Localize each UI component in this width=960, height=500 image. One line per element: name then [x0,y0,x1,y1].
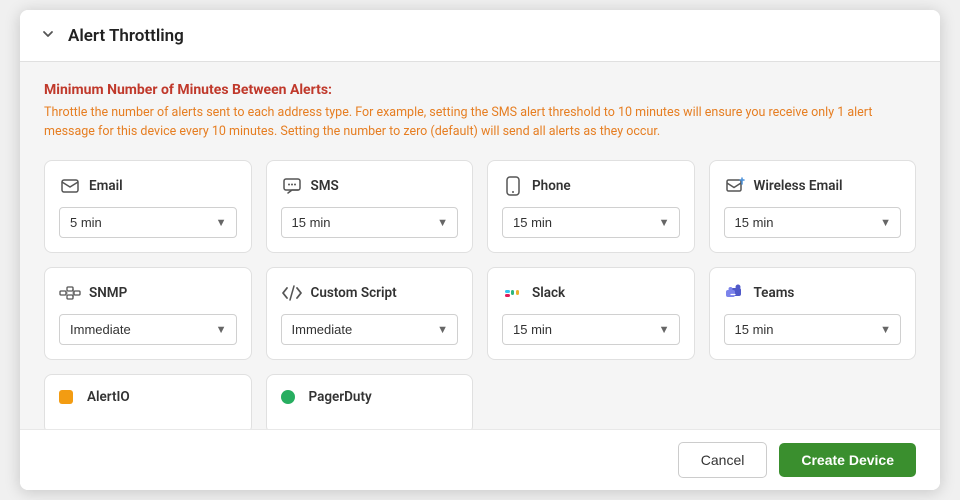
cards-grid-row1: Email Immediate5 min10 min15 min30 min1 … [44,160,916,253]
section-description: Throttle the number of alerts sent to ea… [44,104,916,142]
slack-icon [502,282,524,304]
modal-title: Alert Throttling [68,26,184,46]
card-header-custom-script: Custom Script [281,282,459,304]
cancel-button[interactable]: Cancel [678,442,768,478]
modal-header: Alert Throttling [20,10,940,62]
green-icon [281,390,295,404]
sms-icon [281,175,303,197]
card-phone: Phone Immediate5 min10 min15 min30 min1 … [487,160,695,253]
card-label-phone: Phone [532,178,571,194]
card-header-snmp: SNMP [59,282,237,304]
select-wrapper-teams: Immediate5 min10 min15 min30 min1 hour ▼ [724,314,902,345]
create-device-button[interactable]: Create Device [779,443,916,477]
select-email[interactable]: Immediate5 min10 min15 min30 min1 hour [59,207,237,238]
select-teams[interactable]: Immediate5 min10 min15 min30 min1 hour [724,314,902,345]
card-snmp: SNMP Immediate5 min10 min15 min30 min1 h… [44,267,252,360]
card-label-custom-script: Custom Script [311,285,397,301]
select-wrapper-sms: Immediate5 min10 min15 min30 min1 hour ▼ [281,207,459,238]
modal-body: Minimum Number of Minutes Between Alerts… [20,62,940,429]
select-wireless-email[interactable]: Immediate5 min10 min15 min30 min1 hour [724,207,902,238]
select-slack[interactable]: Immediate5 min10 min15 min30 min1 hour [502,314,680,345]
card-sms: SMS Immediate5 min10 min15 min30 min1 ho… [266,160,474,253]
select-wrapper-email: Immediate5 min10 min15 min30 min1 hour ▼ [59,207,237,238]
partial-card-header-pagerduty: PagerDuty [281,389,459,405]
alert-throttling-modal: Alert Throttling Minimum Number of Minut… [20,10,940,490]
wireless-email-icon [724,175,746,197]
card-label-snmp: SNMP [89,285,127,301]
phone-icon [502,175,524,197]
chevron-down-icon[interactable] [40,26,56,46]
section-label: Minimum Number of Minutes Between Alerts… [44,82,916,98]
partial-card-label-pagerduty: PagerDuty [309,389,372,405]
card-slack: Slack Immediate5 min10 min15 min30 min1 … [487,267,695,360]
card-header-slack: Slack [502,282,680,304]
card-label-email: Email [89,178,123,194]
card-label-sms: SMS [311,178,339,194]
select-sms[interactable]: Immediate5 min10 min15 min30 min1 hour [281,207,459,238]
card-wireless-email: Wireless Email Immediate5 min10 min15 mi… [709,160,917,253]
modal-footer: Cancel Create Device [20,429,940,490]
email-icon [59,175,81,197]
select-snmp[interactable]: Immediate5 min10 min15 min30 min1 hour [59,314,237,345]
card-header-phone: Phone [502,175,680,197]
select-wrapper-wireless-email: Immediate5 min10 min15 min30 min1 hour ▼ [724,207,902,238]
teams-icon [724,282,746,304]
card-custom-script: Custom Script Immediate5 min10 min15 min… [266,267,474,360]
orange-icon [59,390,73,404]
partial-card-alertio: AlertIO [44,374,252,430]
card-teams: Teams Immediate5 min10 min15 min30 min1 … [709,267,917,360]
card-header-email: Email [59,175,237,197]
card-header-sms: SMS [281,175,459,197]
snmp-icon [59,282,81,304]
select-wrapper-custom-script: Immediate5 min10 min15 min30 min1 hour ▼ [281,314,459,345]
select-wrapper-snmp: Immediate5 min10 min15 min30 min1 hour ▼ [59,314,237,345]
card-header-wireless-email: Wireless Email [724,175,902,197]
partial-card-label-alertio: AlertIO [87,389,130,405]
card-label-wireless-email: Wireless Email [754,178,843,194]
partial-card-header-alertio: AlertIO [59,389,237,405]
cards-grid-row2: SNMP Immediate5 min10 min15 min30 min1 h… [44,267,916,360]
select-phone[interactable]: Immediate5 min10 min15 min30 min1 hour [502,207,680,238]
custom-script-icon [281,282,303,304]
select-wrapper-phone: Immediate5 min10 min15 min30 min1 hour ▼ [502,207,680,238]
select-wrapper-slack: Immediate5 min10 min15 min30 min1 hour ▼ [502,314,680,345]
partial-card-pagerduty: PagerDuty [266,374,474,430]
card-email: Email Immediate5 min10 min15 min30 min1 … [44,160,252,253]
partial-row: AlertIO PagerDuty [44,374,916,430]
select-custom-script[interactable]: Immediate5 min10 min15 min30 min1 hour [281,314,459,345]
card-label-slack: Slack [532,285,565,301]
card-header-teams: Teams [724,282,902,304]
card-label-teams: Teams [754,285,795,301]
